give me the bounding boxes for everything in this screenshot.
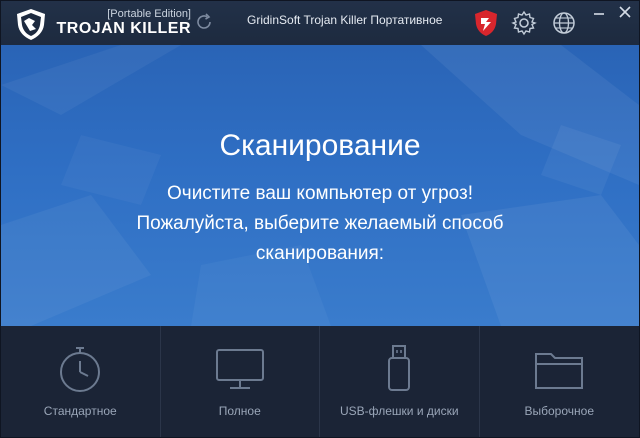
title-bar: [Portable Edition] TROJAN KILLER GridinS… xyxy=(1,1,639,45)
hero-line-1: Очистите ваш компьютер от угроз! xyxy=(167,183,473,204)
brand-name: TROJAN KILLER xyxy=(56,20,191,37)
refresh-icon[interactable] xyxy=(193,11,215,33)
app-window: [Portable Edition] TROJAN KILLER GridinS… xyxy=(0,0,640,438)
gear-icon[interactable] xyxy=(511,10,537,36)
hero-line-3: сканирования: xyxy=(255,243,385,264)
app-logo: [Portable Edition] TROJAN KILLER xyxy=(11,7,191,41)
app-title: GridinSoft Trojan Killer Портативное xyxy=(247,13,443,27)
monitor-icon xyxy=(215,349,264,389)
scan-hero: Сканирование Очистите ваш компьютер от у… xyxy=(1,45,639,326)
scan-option-standard[interactable]: Стандартное xyxy=(1,326,161,437)
scan-option-label: Выборочное xyxy=(524,404,595,418)
scan-option-full[interactable]: Полное xyxy=(161,326,320,437)
scan-option-label: Стандартное xyxy=(43,404,117,418)
stopwatch-icon xyxy=(60,347,101,392)
close-icon[interactable] xyxy=(611,1,639,23)
scan-option-label: USB-флешки и диски xyxy=(339,404,459,418)
logo-icon xyxy=(17,9,45,40)
folder-icon xyxy=(535,353,584,389)
shield-icon[interactable] xyxy=(473,9,499,37)
edition-label: [Portable Edition] xyxy=(107,8,191,20)
scan-options: Стандартное Полное USB-флешки и диски Вы… xyxy=(1,326,639,437)
scan-option-label: Полное xyxy=(218,404,261,418)
hero-description: Очистите ваш компьютер от угроз! Пожалуй… xyxy=(1,179,639,269)
usb-drive-icon xyxy=(388,345,411,391)
globe-icon[interactable] xyxy=(551,10,577,36)
scan-option-custom[interactable]: Выборочное xyxy=(480,326,640,437)
hero-line-2: Пожалуйста, выберите желаемый способ xyxy=(136,213,504,234)
scan-option-usb[interactable]: USB-флешки и диски xyxy=(320,326,480,437)
minimize-icon[interactable] xyxy=(585,1,613,23)
page-title: Сканирование xyxy=(219,129,421,162)
